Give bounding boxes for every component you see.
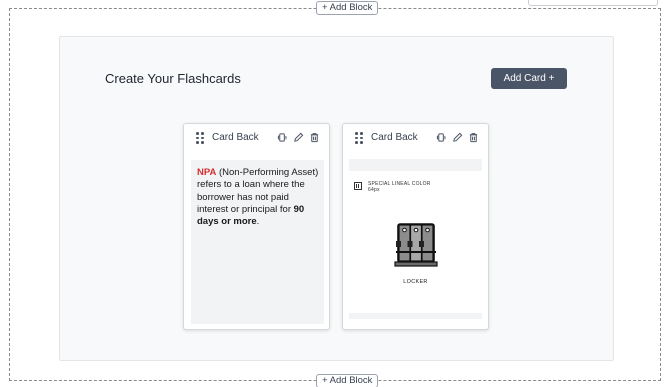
card-side-label: Card Back (212, 132, 259, 143)
add-block-button-bottom[interactable]: + Add Block (316, 374, 379, 387)
qr-icon (354, 182, 362, 190)
card-header: Card Back (343, 124, 488, 153)
drag-handle-icon[interactable] (196, 132, 204, 144)
drag-handle-icon[interactable] (355, 132, 363, 144)
flashcard: Card Back NPA (Non-Performing Asset) ref… (183, 123, 330, 330)
rotate-icon[interactable] (277, 132, 288, 143)
locker-icon (394, 223, 438, 267)
pencil-icon[interactable] (452, 132, 463, 143)
flashcard: Card Back SPECIAL LINEAL COLOR 64px LOCK… (342, 123, 489, 330)
card-side-label: Card Back (371, 132, 418, 143)
corner-toolbar[interactable] (528, 0, 658, 6)
add-card-button[interactable]: Add Card + (491, 68, 567, 89)
pencil-icon[interactable] (293, 132, 304, 143)
card-content[interactable]: NPA (Non-Performing Asset) refers to a l… (191, 160, 324, 324)
image-meta: SPECIAL LINEAL COLOR 64px (354, 181, 430, 193)
highlight-term: NPA (197, 167, 217, 178)
page-title: Create Your Flashcards (105, 71, 241, 86)
trash-icon[interactable] (309, 132, 320, 143)
definition-end: . (256, 216, 260, 228)
card-text: NPA (Non-Performing Asset) refers to a l… (197, 167, 321, 228)
image-caption: LOCKER (403, 279, 428, 285)
rotate-icon[interactable] (436, 132, 447, 143)
add-block-button-top[interactable]: + Add Block (316, 1, 379, 15)
card-header: Card Back (184, 124, 329, 153)
trash-icon[interactable] (468, 132, 479, 143)
card-image[interactable]: SPECIAL LINEAL COLOR 64px LOCKER (349, 159, 482, 319)
image-meta-text: SPECIAL LINEAL COLOR 64px (368, 181, 431, 193)
